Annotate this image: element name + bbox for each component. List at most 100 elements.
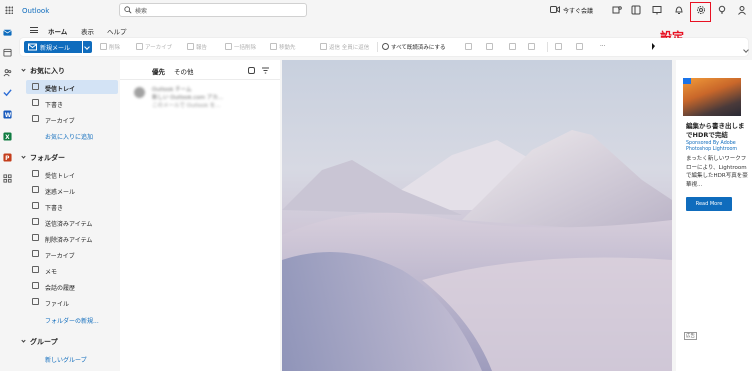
svg-text:X: X: [5, 135, 10, 141]
folder-files[interactable]: ファイル: [26, 295, 118, 309]
toolbar-divider: [377, 42, 378, 52]
bell-icon[interactable]: [674, 5, 684, 15]
new-mail-button[interactable]: 新規メール: [24, 41, 82, 53]
excel-icon[interactable]: X: [3, 132, 12, 141]
svg-text:P: P: [5, 156, 10, 162]
delete-button[interactable]: 削除: [100, 43, 120, 52]
onenote-icon[interactable]: [631, 5, 641, 15]
new-mail-label: 新規メール: [40, 45, 71, 52]
folder-pane: お気に入り 受信トレイ 下書き アーカイブ お気に入りに追加 フォルダー 受信ト…: [18, 60, 118, 371]
print-button[interactable]: [555, 43, 564, 52]
ad-choices-badge[interactable]: 広告: [684, 332, 697, 340]
favorite-inbox[interactable]: 受信トレイ: [26, 80, 118, 94]
pin-button[interactable]: [509, 43, 518, 52]
people-icon[interactable]: [3, 68, 12, 77]
search-input[interactable]: 検索: [119, 3, 307, 17]
tab-focused[interactable]: 優先: [152, 66, 165, 80]
chevron-down-icon: [21, 154, 26, 159]
more-apps-icon[interactable]: [3, 174, 12, 183]
mail-icon[interactable]: [3, 28, 12, 37]
favorite-drafts[interactable]: 下書き: [26, 96, 118, 110]
tab-help[interactable]: ヘルプ: [107, 26, 127, 36]
ad-read-more-button[interactable]: Read More: [686, 197, 732, 211]
folders-header[interactable]: フォルダー: [21, 153, 65, 163]
archive-icon: [32, 250, 39, 257]
inbox-icon: [32, 83, 39, 90]
folder-archive[interactable]: アーカイブ: [26, 247, 118, 261]
report-button[interactable]: 報告: [187, 43, 207, 52]
favorites-header[interactable]: お気に入り: [21, 66, 65, 76]
new-group-link[interactable]: 新しいグループ: [26, 351, 118, 365]
word-icon[interactable]: W: [3, 110, 12, 119]
teams-icon[interactable]: [612, 5, 622, 15]
tag-button[interactable]: [465, 43, 474, 52]
reply-all-button[interactable]: 返信 全員に返信: [320, 43, 369, 52]
ad-body: まったく新しいワークフローにより、Lightroomで編集したHDR写真を豪華視…: [686, 156, 748, 188]
more-button[interactable]: ···: [600, 43, 605, 52]
folder-icon: [32, 298, 39, 305]
note-icon: [32, 266, 39, 273]
folder-inbox[interactable]: 受信トレイ: [26, 167, 118, 181]
flag-button[interactable]: [486, 43, 495, 52]
folder-junk[interactable]: 迷惑メール: [26, 183, 118, 197]
list-item[interactable]: Outlook チーム 新しい Outlook.com アカ... このメールで…: [120, 81, 280, 111]
meet-now-button[interactable]: 今すぐ会議: [550, 5, 593, 16]
ad-headline[interactable]: 編集から書き出しまでHDRで完結: [686, 122, 748, 140]
archive-button[interactable]: アーカイブ: [136, 43, 172, 52]
app-brand[interactable]: Outlook: [22, 7, 49, 15]
powerpoint-icon[interactable]: P: [3, 153, 12, 162]
print-icon: [555, 43, 562, 50]
pin-icon: [509, 43, 516, 50]
folder-notes[interactable]: メモ: [26, 263, 118, 277]
chevron-down-icon: [21, 338, 26, 343]
list-divider: [120, 79, 280, 80]
folder-deleted[interactable]: 削除済みアイテム: [26, 231, 118, 245]
select-icon[interactable]: [248, 67, 255, 74]
favorite-archive[interactable]: アーカイブ: [26, 112, 118, 126]
ribbon-toolbar: 新規メール 削除 アーカイブ 報告 一括削除 移動先 返信 全員に返信 すべて既…: [20, 38, 748, 56]
menu-icon[interactable]: [30, 27, 38, 33]
add-favorite-link[interactable]: お気に入りに追加: [26, 128, 118, 142]
mark-all-read-button[interactable]: すべて既読済みにする: [382, 43, 445, 52]
groups-header[interactable]: グループ: [21, 337, 58, 347]
undo-button[interactable]: [576, 43, 585, 52]
ad-panel[interactable]: 編集から書き出しまでHDRで完結 Sponsored By Adobe Phot…: [676, 60, 752, 371]
flag-icon: [486, 43, 493, 50]
todo-icon[interactable]: [3, 88, 12, 97]
undo-icon: [576, 43, 583, 50]
desert-landscape-image: [282, 130, 672, 371]
mouse-cursor-icon: [652, 43, 655, 50]
account-icon[interactable]: [737, 5, 747, 15]
sweep-button[interactable]: 一括削除: [225, 43, 256, 52]
avatar: [134, 87, 145, 98]
folder-conversation-history[interactable]: 会話の履歴: [26, 279, 118, 293]
video-icon: [550, 6, 560, 13]
drafts-icon: [32, 99, 39, 106]
send-icon: [32, 218, 39, 225]
filter-icon[interactable]: [262, 67, 269, 74]
lightbulb-icon[interactable]: [717, 5, 727, 15]
whiteboard-icon[interactable]: [652, 5, 662, 15]
svg-text:W: W: [5, 113, 12, 119]
move-to-button[interactable]: 移動先: [270, 43, 296, 52]
tab-view[interactable]: 表示: [81, 26, 94, 36]
tab-other[interactable]: その他: [174, 66, 194, 76]
message-subject: 新しい Outlook.com アカ...: [152, 95, 224, 101]
message-sender: Outlook チーム: [152, 87, 192, 93]
folder-drafts[interactable]: 下書き: [26, 199, 118, 213]
folder-sent[interactable]: 送信済みアイテム: [26, 215, 118, 229]
new-mail-dropdown[interactable]: [83, 41, 92, 53]
ad-image[interactable]: [683, 78, 741, 116]
delete-icon: [100, 43, 107, 50]
reply-icon: [320, 43, 327, 50]
calendar-icon[interactable]: [3, 48, 12, 57]
inbox-icon: [32, 170, 39, 177]
tab-home[interactable]: ホーム: [48, 26, 68, 39]
meet-now-label: 今すぐ会議: [563, 8, 594, 15]
reading-pane-background: [282, 60, 672, 371]
new-folder-link[interactable]: フォルダーの新規...: [26, 312, 118, 326]
ad-sponsor: Sponsored By Adobe Photoshop Lightroom: [686, 141, 738, 152]
app-launcher-icon[interactable]: [5, 6, 13, 14]
search-icon: [124, 6, 132, 14]
snooze-button[interactable]: [528, 43, 537, 52]
